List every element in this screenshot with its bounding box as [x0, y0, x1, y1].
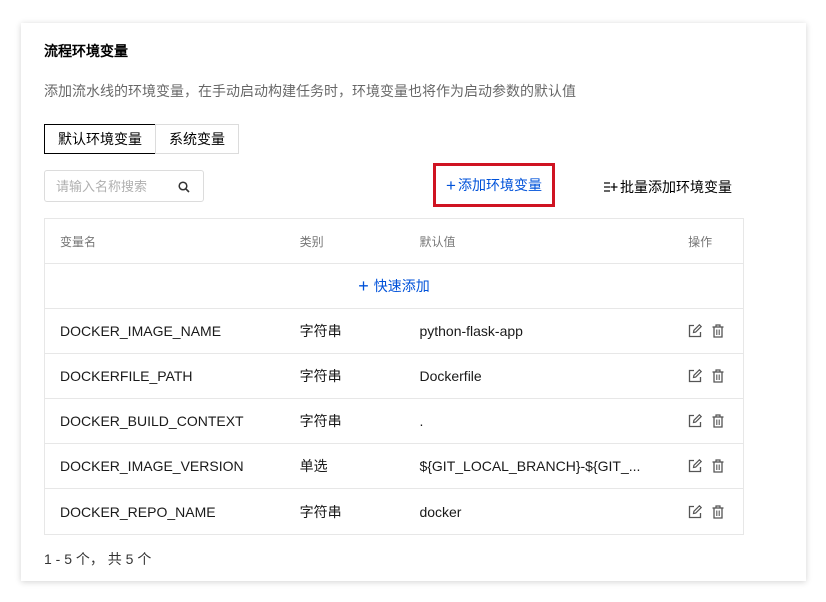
variable-type: 字符串 [299, 413, 342, 429]
table-row: DOCKER_IMAGE_NAME 字符串 python-flask-app [45, 309, 743, 354]
variable-default: python-flask-app [419, 323, 523, 339]
delete-icon[interactable] [712, 504, 724, 519]
quick-add-button[interactable]: + 快速添加 [45, 264, 743, 309]
edit-icon[interactable] [688, 504, 703, 519]
variable-default: Dockerfile [419, 368, 482, 384]
variable-type: 字符串 [299, 368, 342, 384]
delete-icon[interactable] [712, 369, 724, 383]
add-variable-label: 添加环境变量 [457, 177, 542, 193]
variable-name: DOCKER_BUILD_CONTEXT [60, 413, 244, 429]
tab-default-variables[interactable]: 默认环境变量 [44, 124, 156, 154]
row-actions [673, 324, 743, 338]
variable-type: 字符串 [299, 323, 342, 339]
variable-name: DOCKER_IMAGE_VERSION [60, 458, 244, 474]
variable-name: DOCKER_REPO_NAME [60, 503, 216, 520]
add-variable-button[interactable]: + 添加环境变量 [433, 163, 555, 207]
table-row: DOCKER_REPO_NAME 字符串 docker [45, 489, 743, 534]
column-header-name: 变量名 [60, 234, 97, 249]
batch-add-label: 批量添加环境变量 [620, 179, 732, 195]
tab-system-variables[interactable]: 系统变量 [155, 124, 239, 154]
variable-default: . [419, 413, 424, 429]
table-row: DOCKERFILE_PATH 字符串 Dockerfile [45, 354, 743, 399]
edit-icon[interactable] [688, 459, 703, 473]
table-row: DOCKER_IMAGE_VERSION 单选 ${GIT_LOCAL_BRAN… [45, 444, 743, 489]
delete-icon[interactable] [712, 414, 724, 428]
pagination-summary: 1 - 5 个， 共 5 个 [44, 551, 152, 567]
edit-icon[interactable] [688, 324, 703, 338]
row-actions [673, 459, 743, 473]
variables-table: 变量名 类别 默认值 操作 + 快速添加 DOCKER_IMAGE_NAME 字… [44, 218, 744, 535]
variable-tabs: 默认环境变量 系统变量 [44, 124, 239, 154]
section-description: 添加流水线的环境变量，在手动启动构建任务时，环境变量也将作为启动参数的默认值 [44, 83, 576, 99]
search-icon[interactable] [178, 180, 190, 198]
batch-add-icon [604, 182, 618, 192]
plus-icon: + [358, 276, 369, 296]
delete-icon[interactable] [712, 459, 724, 473]
delete-icon[interactable] [712, 324, 724, 338]
edit-icon[interactable] [688, 369, 703, 383]
table-header: 变量名 类别 默认值 操作 [45, 219, 743, 264]
search-box [44, 170, 204, 202]
variable-type: 单选 [299, 458, 328, 474]
column-header-type: 类别 [299, 234, 324, 249]
variable-name: DOCKERFILE_PATH [60, 368, 193, 384]
variable-name: DOCKER_IMAGE_NAME [60, 323, 222, 339]
column-header-actions: 操作 [688, 234, 713, 249]
search-input[interactable] [45, 171, 170, 201]
row-actions [673, 414, 743, 428]
variable-type: 字符串 [299, 503, 342, 520]
row-actions [673, 504, 743, 519]
quick-add-label: 快速添加 [373, 278, 430, 294]
row-actions [673, 369, 743, 383]
plus-icon: + [446, 175, 456, 195]
env-variables-card: 流程环境变量 添加流水线的环境变量，在手动启动构建任务时，环境变量也将作为启动参… [21, 23, 806, 581]
edit-icon[interactable] [688, 414, 703, 428]
table-row: DOCKER_BUILD_CONTEXT 字符串 . [45, 399, 743, 444]
column-header-default: 默认值 [419, 234, 456, 249]
variable-default: docker [419, 503, 462, 520]
section-title: 流程环境变量 [44, 43, 128, 59]
batch-add-button[interactable]: 批量添加环境变量 [604, 177, 732, 197]
variable-default: ${GIT_LOCAL_BRANCH}-${GIT_... [419, 458, 641, 474]
